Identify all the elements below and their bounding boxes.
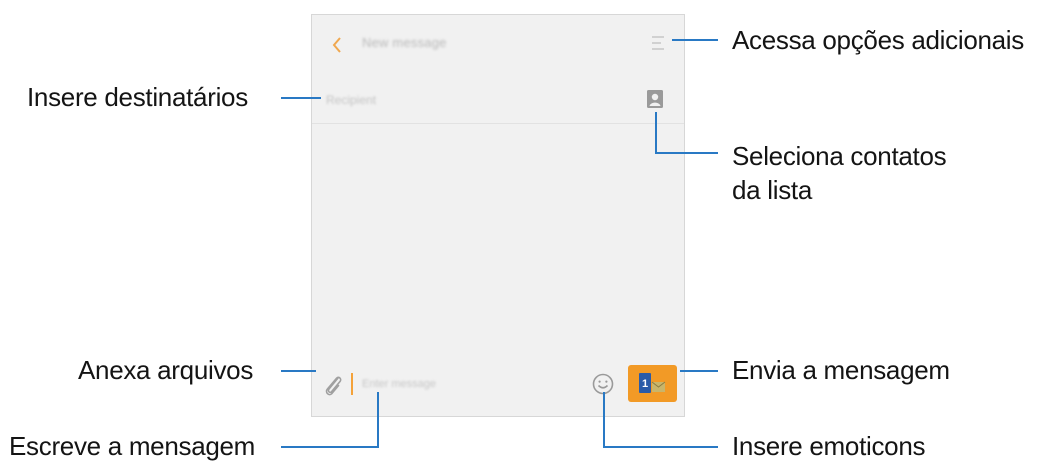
more-options-icon[interactable] xyxy=(650,33,666,53)
callout-line-emoticons xyxy=(603,446,718,448)
message-input[interactable] xyxy=(362,375,562,393)
callout-line-recipients xyxy=(281,97,321,99)
app-bar: New message xyxy=(312,15,684,75)
recipient-input[interactable] xyxy=(326,90,606,110)
callout-line-more-options xyxy=(672,39,718,41)
send-button[interactable]: 1 xyxy=(628,365,677,402)
callout-line-contacts-vertical xyxy=(655,112,657,154)
callout-line-send xyxy=(680,370,718,372)
callout-line-contacts xyxy=(655,152,718,154)
chevron-left-icon[interactable] xyxy=(330,35,344,55)
callout-write: Escreve a mensagem xyxy=(9,431,256,461)
callout-contacts-line1: Seleciona contatos xyxy=(732,141,947,171)
callout-more-options: Acessa opções adicionais xyxy=(732,25,1024,55)
callout-contacts-line2: da lista xyxy=(732,175,812,205)
callout-send: Envia a mensagem xyxy=(732,355,950,385)
text-cursor xyxy=(351,373,353,395)
paperclip-icon[interactable] xyxy=(321,372,345,398)
message-composer-screen: New message 1 xyxy=(311,14,685,417)
callout-line-write xyxy=(281,446,379,448)
callout-attach: Anexa arquivos xyxy=(78,355,254,385)
callout-line-emoticons-vertical xyxy=(603,392,605,448)
callout-recipients: Insere destinatários xyxy=(27,82,248,112)
callout-line-attach xyxy=(281,370,316,372)
callout-line-write-vertical xyxy=(377,392,379,448)
svg-text:1: 1 xyxy=(642,378,648,390)
contact-picker-icon[interactable] xyxy=(645,88,665,110)
message-composer: 1 xyxy=(312,354,684,416)
callout-emoticons: Insere emoticons xyxy=(732,431,926,461)
send-sim-icon: 1 xyxy=(639,373,666,393)
recipient-row xyxy=(312,77,684,124)
page-title: New message xyxy=(362,35,447,50)
